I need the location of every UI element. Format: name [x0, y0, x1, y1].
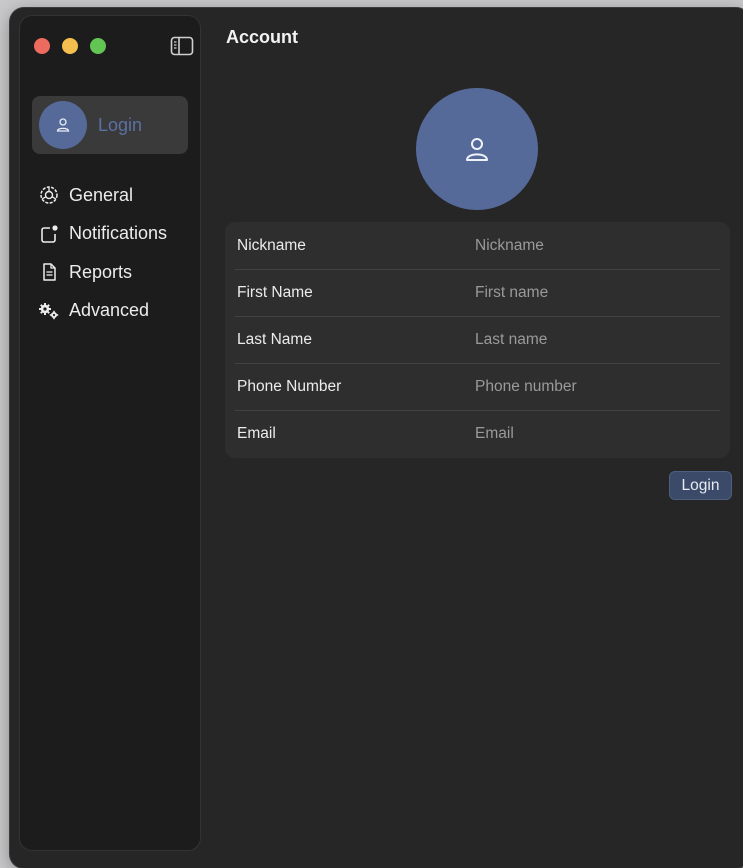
sidebar-item-advanced[interactable]: Advanced	[38, 292, 167, 331]
last-name-label: Last Name	[237, 330, 312, 348]
sidebar-item-label: Reports	[69, 261, 133, 282]
sidebar-login-label: Login	[98, 114, 143, 135]
form-row-nickname: Nickname Nickname	[235, 222, 720, 269]
avatar	[39, 101, 87, 149]
gear-badge-icon	[38, 184, 60, 206]
sidebar-item-label: Notifications	[69, 223, 168, 244]
form-row-first-name: First Name First name	[235, 269, 720, 316]
form-row-phone-number: Phone Number Phone number	[235, 363, 720, 410]
sidebar-item-general[interactable]: General	[38, 176, 167, 215]
person-icon	[466, 138, 488, 161]
sidebar-toggle-icon[interactable]	[170, 36, 194, 56]
page-title: Account	[226, 27, 298, 47]
sidebar-nav: General Notifications Reports Advanced	[38, 176, 167, 330]
window-controls	[34, 38, 106, 54]
form-row-email: Email Email	[235, 410, 720, 457]
first-name-field[interactable]: First name	[475, 284, 548, 302]
gears-icon	[38, 300, 60, 322]
form-row-last-name: Last Name Last name	[235, 316, 720, 363]
zoom-window-button[interactable]	[90, 38, 106, 54]
last-name-field[interactable]: Last name	[475, 331, 547, 349]
person-icon	[56, 118, 70, 132]
nickname-field[interactable]: Nickname	[475, 237, 544, 255]
minimize-window-button[interactable]	[62, 38, 78, 54]
document-icon	[38, 261, 60, 283]
phone-number-field[interactable]: Phone number	[475, 378, 577, 396]
app-window: Login General Notifications Reports Adva…	[10, 8, 743, 868]
first-name-label: First Name	[237, 283, 313, 301]
sidebar: Login General Notifications Reports Adva…	[20, 16, 200, 850]
nickname-label: Nickname	[237, 236, 306, 254]
sidebar-login-item[interactable]: Login	[32, 96, 188, 154]
sidebar-item-notifications[interactable]: Notifications	[38, 215, 167, 254]
profile-avatar[interactable]	[416, 88, 538, 210]
email-label: Email	[237, 424, 276, 442]
login-button[interactable]: Login	[669, 471, 732, 500]
notification-icon	[38, 223, 60, 245]
sidebar-item-label: General	[69, 184, 134, 205]
phone-number-label: Phone Number	[237, 377, 342, 395]
account-form: Nickname Nickname First Name First name …	[225, 222, 730, 458]
email-field[interactable]: Email	[475, 425, 514, 443]
close-window-button[interactable]	[34, 38, 50, 54]
sidebar-item-label: Advanced	[69, 300, 150, 321]
sidebar-item-reports[interactable]: Reports	[38, 253, 167, 292]
